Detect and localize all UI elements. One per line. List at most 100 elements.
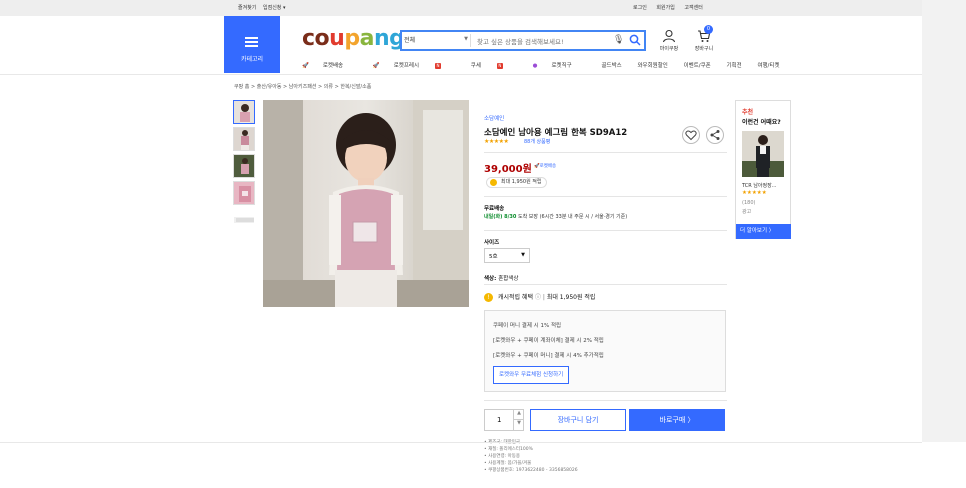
recommend-product-image[interactable] (742, 131, 784, 177)
quantity-value[interactable]: 1 (497, 416, 501, 424)
product-title: 소담예인 남아용 예그림 한복 SD9A12 (484, 128, 628, 138)
nav-travel[interactable]: 여행/티켓 (757, 63, 779, 69)
wishlist-button[interactable] (682, 126, 700, 144)
nav-rocket-fresh[interactable]: 🚀 로켓프레시 N (372, 62, 455, 69)
cash-title: 캐시적립 혜택 (498, 294, 534, 301)
recommendation-panel: 추천 이런건 어때요? TCR 남아정장... ★★★★★ (180) 광고 더… (735, 100, 791, 239)
heart-icon (685, 130, 697, 141)
more-button[interactable]: 더 알아보기 〉 (736, 224, 791, 239)
support-link[interactable]: 고객센터 (684, 5, 702, 11)
logo-letter: o (314, 26, 330, 51)
search-input[interactable]: 찾고 싶은 상품을 검색해보세요! (477, 36, 564, 46)
brand-link[interactable]: 소담예인 (484, 114, 504, 122)
chevron-up-icon[interactable]: ▲ (513, 410, 524, 420)
color-option: 색상: 혼합색상 (484, 274, 519, 282)
thumbnail-image (234, 182, 254, 204)
page: 즐겨찾기 입점신청 ▾ 로그인 회원가입 고객센터 카테고리 coupang 전… (0, 0, 966, 488)
microphone-icon[interactable]: 🎙 (613, 35, 624, 45)
nav-2[interactable]: 쿠세 N (471, 62, 517, 69)
purchase-bar: 1 ▲ ▼ 장바구니 담기 바로구매 〉 (484, 409, 727, 431)
cart-label: 장바구니 (694, 46, 714, 52)
size-value: 5호 (489, 254, 498, 260)
ad-label: 광고 (742, 209, 752, 215)
coupang-logo[interactable]: coupang (302, 26, 405, 51)
detail-item: • 사용계절: 봄/가을/겨울 (484, 461, 532, 466)
thumbnail[interactable] (233, 100, 255, 124)
points-badge: 최대 1,950원 적립 (486, 177, 547, 188)
cart-count-badge: 0 (704, 25, 713, 34)
chevron-down-icon: ▼ (521, 252, 525, 258)
content-bottom-border (0, 442, 922, 443)
thumbnail[interactable] (233, 208, 255, 232)
recommend-review-count: (180) (742, 200, 756, 206)
product-main-image[interactable] (263, 100, 469, 307)
search-scope-select[interactable]: 전체 ▼ (404, 35, 468, 44)
logo-letter: a (359, 26, 375, 51)
share-icon (710, 130, 720, 140)
favorites-link[interactable]: 즐겨찾기 (238, 5, 256, 11)
add-to-cart-button[interactable]: 장바구니 담기 (530, 409, 626, 431)
nav-events[interactable]: 이벤트/쿠폰 (684, 63, 711, 69)
search-bar: 전체 ▼ 찾고 싶은 상품을 검색해보세요! 🎙 (400, 30, 646, 51)
nav-rocket-delivery[interactable]: 🚀 로켓배송 (302, 63, 357, 69)
thumbnail[interactable] (233, 154, 255, 178)
recommend-heading: 이런건 어때요? (742, 119, 781, 126)
right-gutter (922, 0, 966, 442)
shipping-title: 무료배송 (484, 206, 505, 212)
thumbnail[interactable] (233, 181, 255, 205)
rocket-icon: 🚀 (372, 63, 380, 69)
nav-goldbox[interactable]: 골드박스 (601, 63, 621, 69)
recommend-product-name[interactable]: TCR 남아정장... (742, 182, 790, 189)
logo-letter: p (344, 26, 360, 51)
cash-line: [로켓와우 + 쿠페이 계좌이체] 결제 시 2% 적립 (493, 338, 604, 344)
category-menu-button[interactable]: 카테고리 (224, 16, 280, 73)
login-link[interactable]: 로그인 (633, 5, 647, 11)
hamburger-icon (245, 37, 258, 47)
product-details-list: • 제조국: 대한민국 • 재질: 폴리에스터100% • 사용연령: 아동용 … (484, 439, 578, 474)
nav-wow-discount[interactable]: 와우회원할인 (637, 63, 667, 69)
price: 39,000원 (484, 164, 532, 175)
nav-label: 로켓배송 (322, 63, 344, 69)
thumbnail-image (234, 217, 254, 223)
size-label: 사이즈 (484, 240, 500, 246)
nav-label: 로켓직구 (551, 63, 572, 69)
chevron-down-icon[interactable]: ▼ (513, 420, 524, 430)
breadcrumb[interactable]: 쿠팡 홈 > 출산/유아동 > 남아키즈패션 > 의류 > 한복/신발/소품 (234, 83, 371, 90)
review-count-link[interactable]: 88개 상품평 (524, 138, 550, 145)
globe-icon: ● (532, 63, 538, 69)
divider (484, 284, 727, 285)
nav-rocket-direct[interactable]: ● 로켓직구 (533, 63, 586, 69)
exclamation-icon: ! (484, 293, 493, 302)
cash-max: 최대 1,950원 적립 (546, 294, 596, 301)
rocket-icon: 🚀 (302, 63, 309, 69)
thumbnail-image (234, 155, 254, 177)
logo-letter: n (373, 26, 390, 51)
coin-icon (490, 179, 497, 186)
seller-link[interactable]: 입점신청 ▾ (263, 5, 286, 11)
recommend-photo (742, 131, 784, 177)
detail-item: • 사용연령: 아동용 (484, 454, 521, 459)
info-icon[interactable]: ⓘ (535, 294, 541, 301)
rocket-badge: 🚀로켓배송 (534, 163, 556, 169)
color-label: 색상: (484, 276, 497, 282)
buy-now-button[interactable]: 바로구매 〉 (629, 409, 725, 431)
detail-item: • 재질: 폴리에스터100% (484, 447, 533, 452)
quantity-stepper[interactable]: 1 ▲ ▼ (484, 409, 524, 431)
cash-line: 쿠페이 머니 결제 시 1% 적립 (493, 323, 562, 329)
divider (484, 152, 727, 153)
share-button[interactable] (706, 126, 724, 144)
my-coupang-button[interactable]: 마이쿠팡 (656, 29, 682, 52)
user-icon (662, 29, 676, 43)
chevron-down-icon: ▼ (464, 36, 468, 42)
recommend-tag: 추천 (742, 109, 754, 116)
cart-button[interactable]: 0 장바구니 (690, 25, 718, 52)
shipping-info: 내일(화) 8/30 도착 보장 (6시간 33분 내 주문 시 / 서울·경기… (484, 213, 627, 220)
search-icon[interactable] (629, 34, 641, 46)
wow-trial-button[interactable]: 로켓와우 무료체험 신청하기 (493, 366, 570, 384)
size-select[interactable]: 5호 ▼ (484, 248, 530, 263)
signup-link[interactable]: 회원가입 (656, 5, 674, 11)
nav-exhibitions[interactable]: 기획전 (727, 63, 742, 69)
thumbnail[interactable] (233, 127, 255, 151)
thumbnail-list (233, 100, 256, 235)
shipping-guarantee: 도착 보장 (517, 214, 538, 220)
